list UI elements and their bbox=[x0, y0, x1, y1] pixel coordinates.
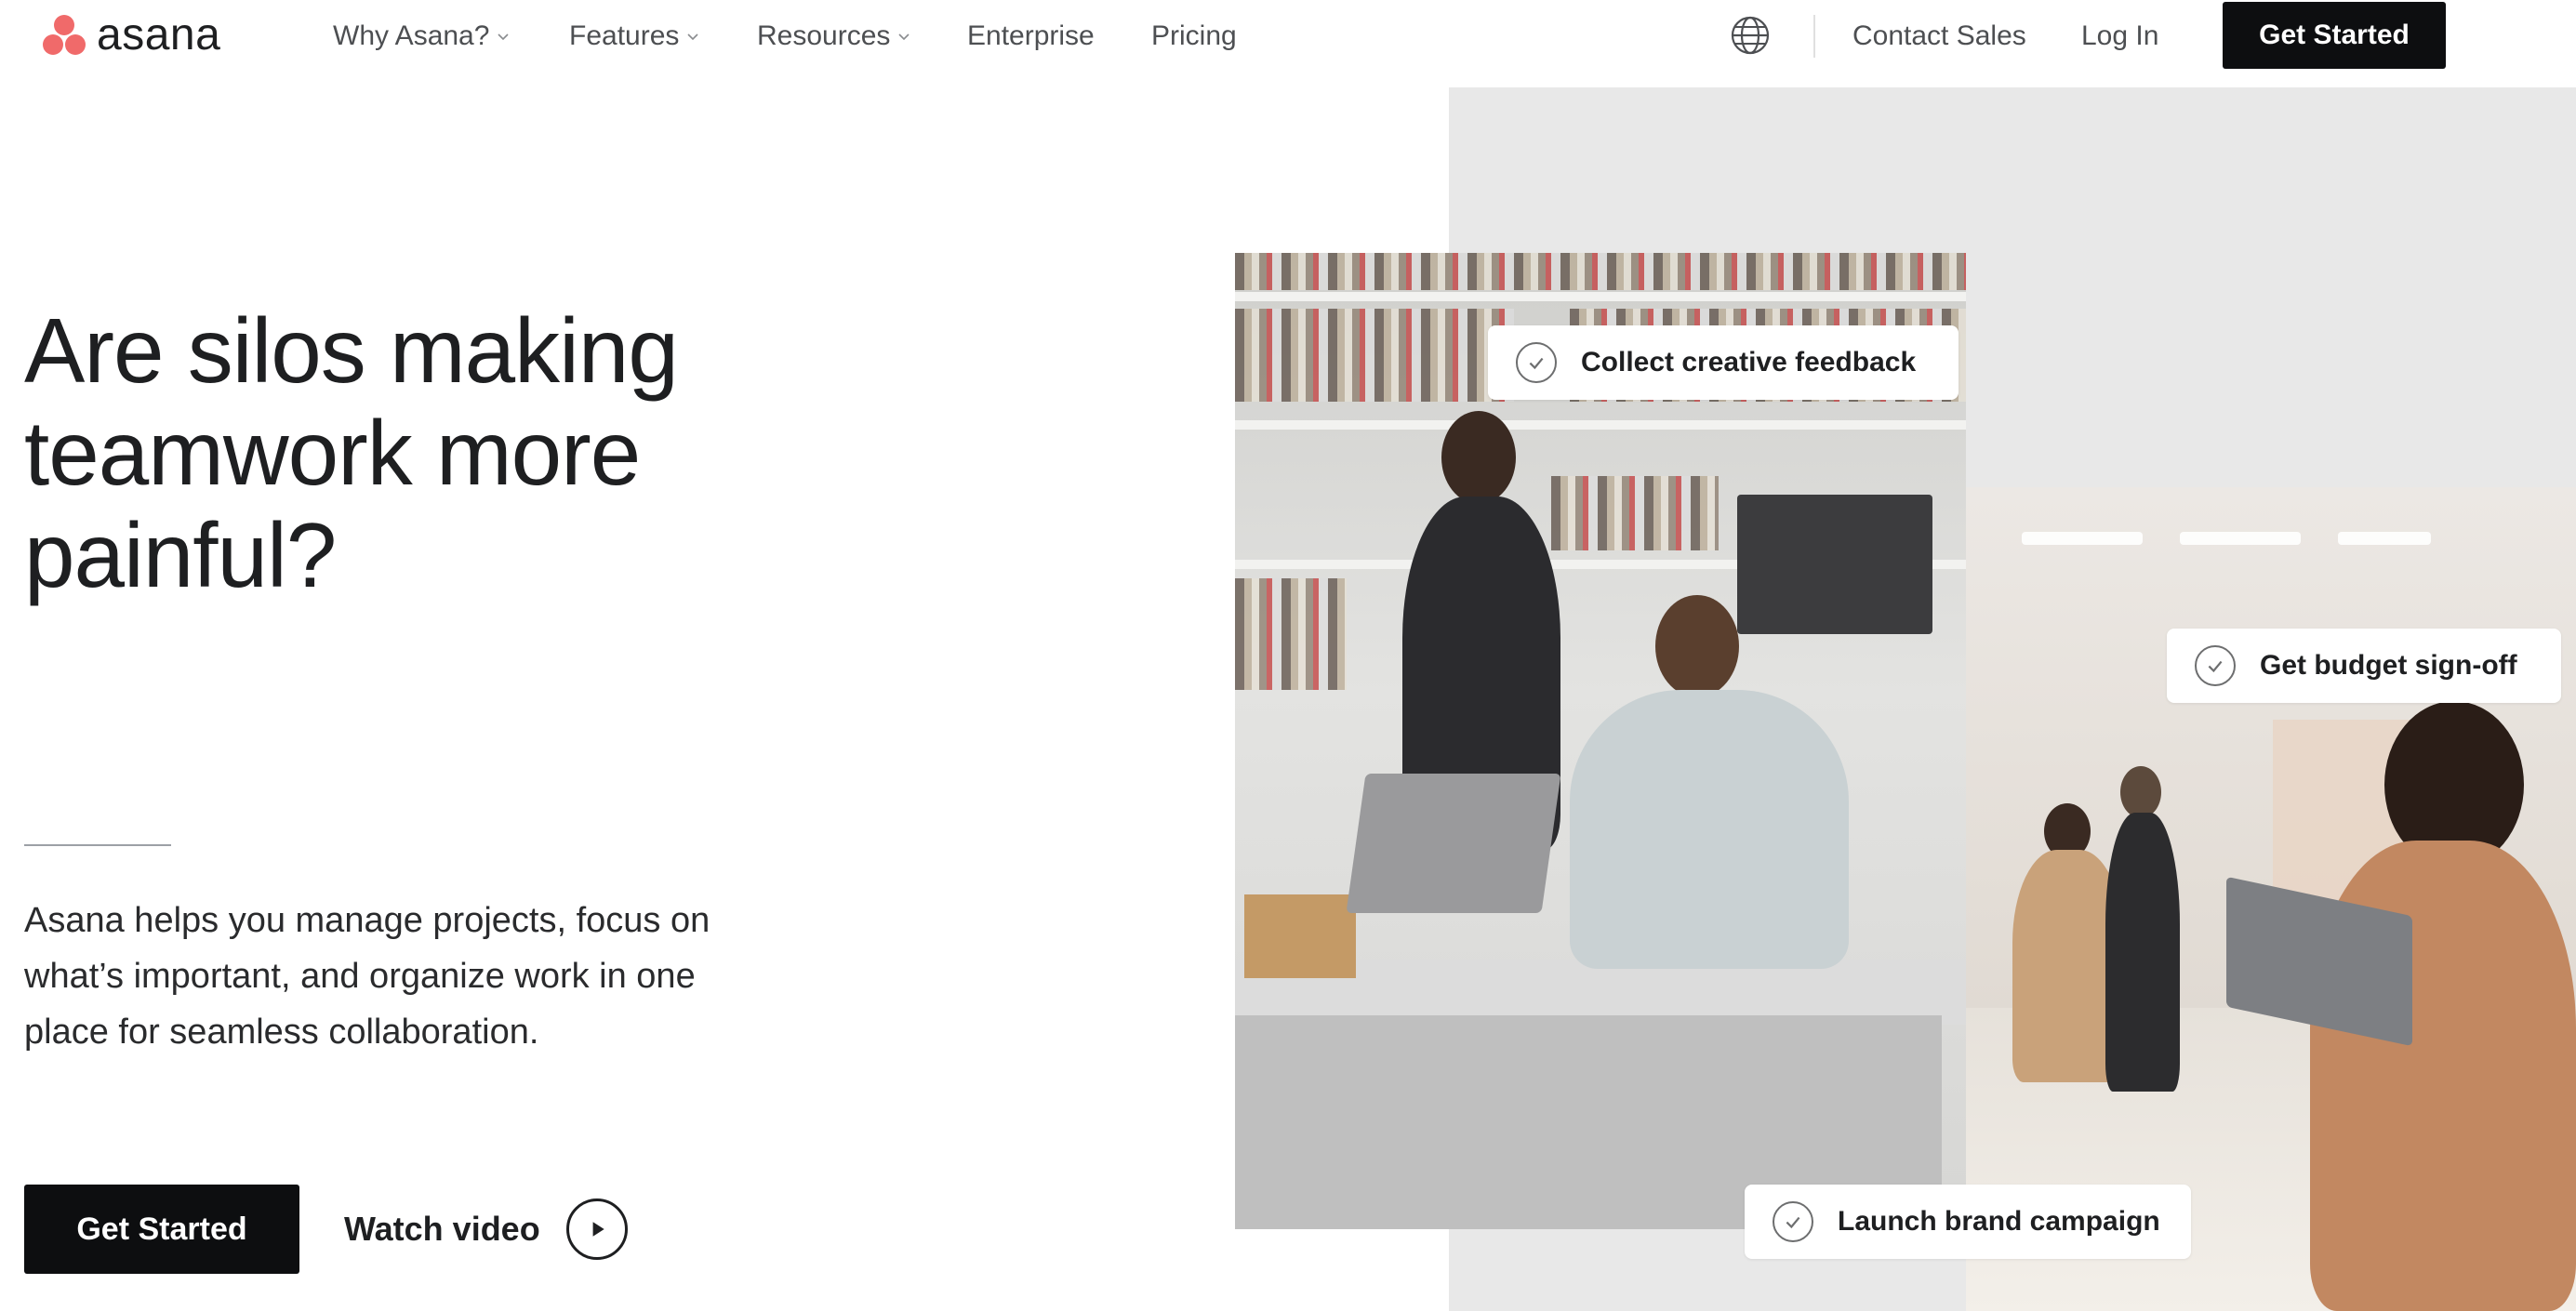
play-icon bbox=[565, 1198, 628, 1260]
nav-why-asana[interactable]: Why Asana? bbox=[333, 17, 510, 56]
log-in-link[interactable]: Log In bbox=[2081, 17, 2158, 56]
hero-headline: Are silos making teamwork more painful? bbox=[24, 299, 861, 606]
nav-item-label: Pricing bbox=[1151, 20, 1237, 51]
check-circle-icon bbox=[1773, 1201, 1813, 1242]
description-line: Asana helps you manage projects, focus o… bbox=[24, 901, 710, 940]
globe-icon[interactable] bbox=[1730, 15, 1771, 56]
brand-name: asana bbox=[97, 10, 221, 60]
nav-pricing[interactable]: Pricing bbox=[1151, 17, 1237, 56]
nav-divider bbox=[1813, 15, 1815, 58]
task-label: Collect creative feedback bbox=[1581, 347, 1917, 377]
contact-sales-link[interactable]: Contact Sales bbox=[1852, 17, 2026, 56]
chevron-down-icon bbox=[897, 30, 910, 43]
task-card-collect-feedback: Collect creative feedback bbox=[1488, 325, 1959, 400]
nav-item-label: Why Asana? bbox=[333, 20, 490, 51]
nav-enterprise[interactable]: Enterprise bbox=[967, 17, 1095, 56]
task-card-launch-campaign: Launch brand campaign bbox=[1745, 1185, 2191, 1259]
hero-description: Asana helps you manage projects, focus o… bbox=[24, 893, 843, 1060]
task-label: Launch brand campaign bbox=[1838, 1206, 2160, 1237]
nav-item-label: Enterprise bbox=[967, 20, 1095, 51]
watch-video-button[interactable]: Watch video bbox=[344, 1194, 628, 1265]
watch-video-label: Watch video bbox=[344, 1210, 540, 1248]
asana-logo-icon bbox=[41, 14, 87, 57]
headline-line: painful? bbox=[24, 504, 337, 606]
headline-line: Are silos making bbox=[24, 299, 679, 402]
description-line: what’s important, and organize work in o… bbox=[24, 957, 696, 996]
description-line: place for seamless collaboration. bbox=[24, 1013, 539, 1052]
check-circle-icon bbox=[1516, 342, 1557, 383]
task-card-budget-sign-off: Get budget sign-off bbox=[2167, 629, 2561, 703]
nav-item-label: Features bbox=[569, 20, 680, 51]
get-started-hero-button[interactable]: Get Started bbox=[24, 1185, 299, 1274]
log-in-label: Log In bbox=[2081, 20, 2159, 51]
chevron-down-icon bbox=[497, 30, 510, 43]
hero-divider bbox=[24, 844, 171, 846]
nav-features[interactable]: Features bbox=[569, 17, 699, 56]
chevron-down-icon bbox=[686, 30, 699, 43]
check-circle-icon bbox=[2195, 645, 2236, 686]
top-navigation: asana Why Asana? Features Resources Ente… bbox=[0, 0, 2576, 73]
asana-logo[interactable]: asana bbox=[41, 13, 220, 58]
nav-resources[interactable]: Resources bbox=[757, 17, 910, 56]
nav-item-label: Resources bbox=[757, 20, 891, 51]
task-label: Get budget sign-off bbox=[2260, 650, 2517, 681]
get-started-nav-button[interactable]: Get Started bbox=[2223, 2, 2446, 69]
headline-line: teamwork more bbox=[24, 402, 641, 504]
contact-sales-label: Contact Sales bbox=[1852, 20, 2026, 51]
